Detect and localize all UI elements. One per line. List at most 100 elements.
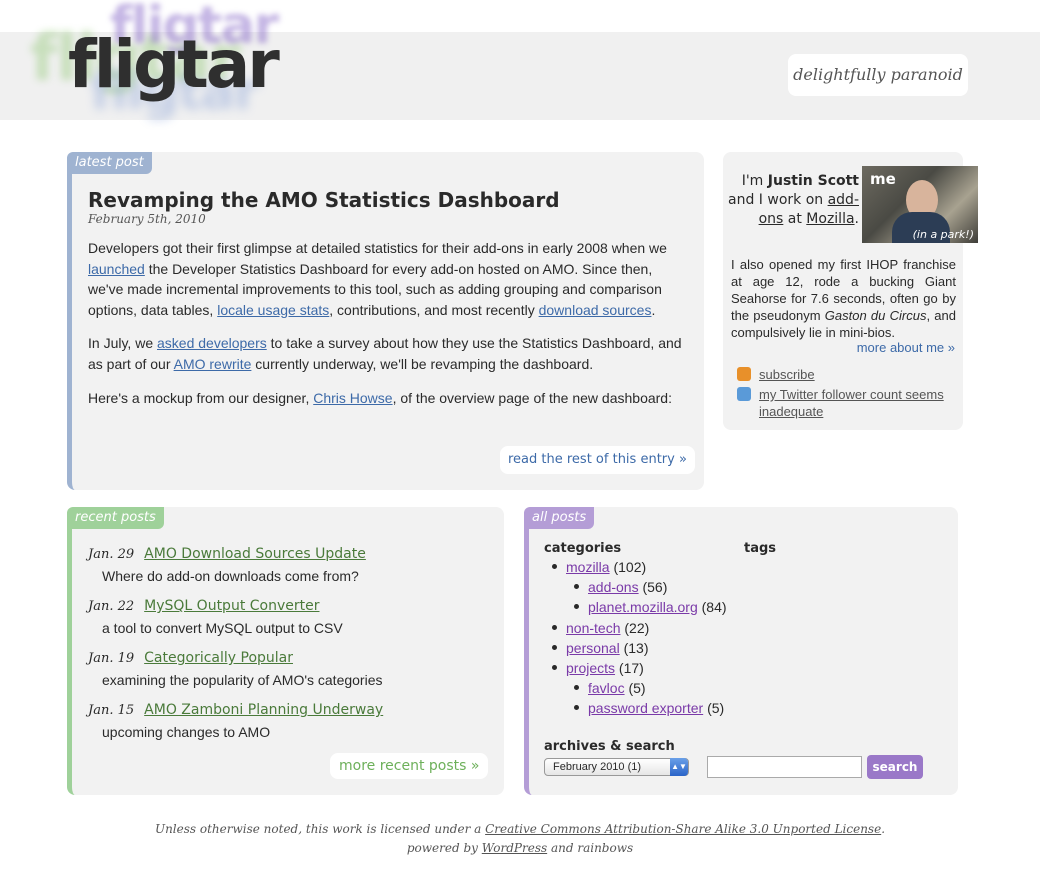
category-count: (5) (628, 680, 646, 696)
about-text: I'm (741, 173, 768, 189)
read-more-button[interactable]: read the rest of this entry » (500, 446, 695, 474)
post-text: , of the overview page of the new dashbo… (392, 390, 672, 406)
license-link[interactable]: Creative Commons Attribution-Share Alike… (485, 822, 881, 836)
author-name: Justin Scott (767, 173, 859, 189)
recent-posts-panel: recent posts Jan. 29 AMO Download Sources… (67, 507, 504, 795)
tags-heading: tags (744, 541, 777, 556)
archives-heading: archives & search (544, 739, 675, 754)
search-button[interactable]: search (867, 755, 923, 779)
subscribe-link[interactable]: subscribe (759, 366, 815, 383)
about-text: at (783, 211, 807, 227)
post-date: February 5th, 2010 (88, 212, 206, 226)
author-photo: me (in a park!) (862, 166, 978, 243)
locale-usage-link[interactable]: locale usage stats (217, 302, 329, 318)
post-title[interactable]: Revamping the AMO Statistics Dashboard (88, 188, 560, 212)
recent-post-link[interactable]: Categorically Popular (144, 650, 293, 666)
recent-post-summary: a tool to convert MySQL output to CSV (102, 620, 343, 636)
asked-developers-link[interactable]: asked developers (157, 335, 267, 351)
categories-heading: categories (544, 541, 622, 556)
about-intro: I'm Justin Scott and I work on add-ons a… (727, 172, 859, 229)
author-bio: I also opened my first IHOP franchise at… (731, 256, 956, 341)
download-sources-link[interactable]: download sources (539, 302, 652, 318)
post-text: In July, we (88, 335, 157, 351)
category-item: personal (13) (552, 638, 649, 658)
more-recent-posts-button[interactable]: more recent posts » (330, 753, 489, 779)
amo-rewrite-link[interactable]: AMO rewrite (174, 356, 252, 372)
category-item: planet.mozilla.org (84) (574, 597, 727, 617)
more-about-me-link[interactable]: more about me » (857, 340, 955, 355)
footer-text: and rainbows (547, 841, 634, 855)
site-tagline: delightfully paranoid (788, 54, 968, 96)
about-panel: I'm Justin Scott and I work on add-ons a… (723, 152, 978, 430)
post-text: Here's a mockup from our designer, (88, 390, 314, 406)
twitter-icon (737, 387, 751, 401)
twitter-link[interactable]: my Twitter follower count seems inadequa… (759, 386, 952, 420)
select-arrows-icon: ▲▼ (670, 758, 688, 776)
recent-post-date: Jan. 22 (88, 599, 135, 614)
all-posts-tab: all posts (524, 507, 595, 529)
bullet (574, 685, 579, 690)
all-posts-panel: all posts categories tags mozilla (102) … (524, 507, 958, 795)
category-item: password exporter (5) (574, 698, 724, 718)
recent-post-item: Jan. 19 Categorically Popular examining th… (88, 649, 498, 688)
footer-text: powered by (406, 841, 482, 855)
photo-me-label: me (870, 170, 896, 188)
post-text: , contributions, and most recently (329, 301, 539, 318)
post-paragraph-3: Here's a mockup from our designer, Chris… (88, 388, 688, 409)
recent-post-item: Jan. 15 AMO Zamboni Planning Underway upco… (88, 701, 498, 740)
bullet (574, 604, 579, 609)
site-logo[interactable]: fligtar fligtar fligtar fligtar (30, 0, 330, 124)
bullet (552, 564, 557, 569)
rss-icon (737, 367, 751, 381)
about-text: and I work on (728, 192, 828, 208)
recent-post-summary: examining the popularity of AMO's catego… (102, 672, 383, 688)
license-line: Unless otherwise noted, this work is lic… (0, 820, 1040, 839)
category-link[interactable]: favloc (588, 680, 625, 696)
category-count: (17) (618, 660, 644, 676)
post-text: currently underway, we'll be revamping t… (251, 355, 594, 372)
post-paragraph-1: Developers got their first glimpse at de… (88, 238, 688, 320)
search-input[interactable] (707, 756, 862, 778)
category-link[interactable]: add-ons (588, 579, 639, 595)
mozilla-link[interactable]: Mozilla (806, 211, 854, 227)
archive-select[interactable]: February 2010 (1) ▲▼ (544, 758, 689, 776)
bullet (574, 705, 579, 710)
category-item: projects (17) (552, 658, 644, 678)
launched-link[interactable]: launched (88, 261, 145, 277)
site-footer: Unless otherwise noted, this work is lic… (0, 820, 1040, 858)
recent-post-date: Jan. 29 (88, 547, 135, 562)
category-count: (13) (623, 640, 649, 656)
chris-howse-link[interactable]: Chris Howse (313, 390, 392, 406)
category-link[interactable]: mozilla (566, 559, 610, 575)
post-paragraph-2: In July, we asked developers to take a s… (88, 333, 688, 374)
category-count: (102) (613, 559, 647, 575)
bullet (574, 584, 579, 589)
latest-post-tab: latest post (67, 152, 152, 174)
post-text: Developers got their first glimpse at de… (88, 240, 667, 256)
category-count: (84) (701, 599, 727, 615)
subscribe-row: subscribe (737, 366, 815, 383)
bullet (552, 625, 557, 630)
recent-post-link[interactable]: MySQL Output Converter (144, 598, 319, 614)
logo-text: fligtar (68, 26, 280, 103)
footer-text: Unless otherwise noted, this work is lic… (154, 822, 486, 836)
recent-post-link[interactable]: AMO Zamboni Planning Underway (144, 702, 383, 718)
wordpress-link[interactable]: WordPress (482, 841, 547, 855)
recent-post-link[interactable]: AMO Download Sources Update (144, 546, 366, 562)
category-item: favloc (5) (574, 678, 646, 698)
recent-posts-tab: recent posts (67, 507, 164, 529)
category-item: add-ons (56) (574, 577, 667, 597)
category-link[interactable]: projects (566, 660, 615, 676)
category-link[interactable]: personal (566, 640, 620, 656)
recent-post-date: Jan. 19 (88, 651, 135, 666)
category-link[interactable]: non-tech (566, 620, 620, 636)
bio-pseudonym: Gaston du Circus (824, 308, 927, 323)
powered-line: powered by WordPress and rainbows (0, 839, 1040, 858)
category-link[interactable]: planet.mozilla.org (588, 599, 698, 615)
recent-post-summary: upcoming changes to AMO (102, 724, 271, 740)
category-link[interactable]: password exporter (588, 700, 703, 716)
category-item: non-tech (22) (552, 618, 649, 638)
about-text: . (854, 211, 859, 227)
recent-post-summary: Where do add-on downloads come from? (102, 568, 359, 584)
twitter-row: my Twitter follower count seems inadequa… (737, 386, 952, 420)
